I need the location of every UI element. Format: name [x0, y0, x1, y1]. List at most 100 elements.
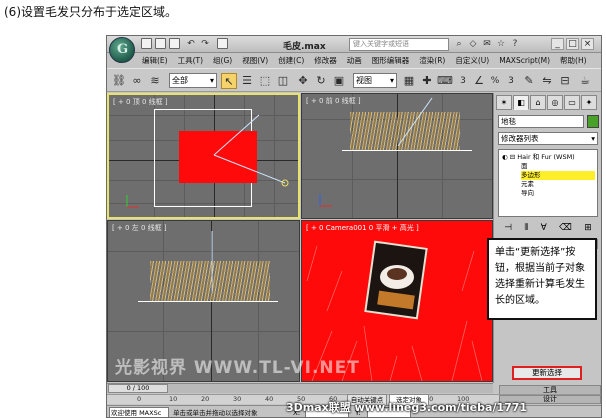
- named-selection-icon[interactable]: ✎: [521, 73, 537, 89]
- title-bar: ↶ ↷ 毛皮.max 键入关键字或短语 ⌕ ◇ ✉ ☆ ? _ □ ×: [107, 36, 601, 53]
- stack-item-element[interactable]: 元素: [521, 180, 591, 189]
- unlink-icon[interactable]: ∞: [129, 73, 145, 89]
- coffee-picture: [364, 240, 428, 320]
- menu-customize[interactable]: 自定义(U): [450, 54, 494, 67]
- select-scale-icon[interactable]: ▣: [331, 73, 347, 89]
- minimize-button[interactable]: _: [551, 38, 564, 50]
- display-tab-icon[interactable]: ▭: [564, 95, 580, 110]
- create-tab-icon[interactable]: ✶: [496, 95, 512, 110]
- select-by-name-icon[interactable]: ☰: [239, 73, 255, 89]
- remove-modifier-icon[interactable]: ⌫: [559, 221, 572, 235]
- close-button[interactable]: ×: [581, 38, 594, 50]
- maxscript-listener[interactable]: 欢迎使用 MAXSc: [109, 407, 169, 417]
- viewport-front[interactable]: [ + 0 前 0 线框 ]: [301, 93, 493, 219]
- reference-coordinate-select[interactable]: 视图: [353, 73, 397, 88]
- menu-animation[interactable]: 动画: [342, 54, 367, 67]
- instruction-callout: 单击“更新选择”按钮，根据当前子对象选择重新计算毛发生长的区域。: [487, 238, 597, 320]
- watermark-text: 光影视界 WWW.TL-VI.NET: [115, 358, 360, 378]
- maximize-button[interactable]: □: [566, 38, 579, 50]
- viewport-front-label[interactable]: [ + 0 前 0 线框 ]: [306, 96, 361, 106]
- stack-item-face[interactable]: 面: [521, 162, 591, 171]
- object-color-swatch[interactable]: [587, 115, 599, 128]
- angle-snap-icon[interactable]: ∠: [471, 73, 487, 89]
- snap-toggle-icon[interactable]: 3: [455, 73, 471, 89]
- lightbulb-icon: ◐ ⊟: [502, 153, 518, 161]
- open-file-icon[interactable]: [155, 38, 166, 49]
- stack-item-guides[interactable]: 导向: [521, 189, 591, 198]
- menu-views[interactable]: 视图(V): [237, 54, 273, 67]
- configure-sets-icon[interactable]: ⊞: [584, 221, 592, 235]
- project-folder-icon[interactable]: [217, 38, 228, 49]
- viewport-top[interactable]: [ + 0 顶 0 线框 ]: [107, 93, 300, 219]
- time-slider[interactable]: 0 / 100: [107, 383, 493, 393]
- stack-item-polygon[interactable]: 多边形: [521, 171, 595, 180]
- bind-spacewarp-icon[interactable]: ≋: [147, 73, 163, 89]
- window-title: 毛皮.max: [283, 42, 326, 52]
- spinner-snap-icon[interactable]: 3: [503, 73, 519, 89]
- status-prompt: 单击或单击并拖动以选择对象: [173, 409, 258, 417]
- caption: (6)设置毛发只分布于选定区域。: [4, 5, 177, 19]
- time-slider-thumb[interactable]: 0 / 100: [108, 384, 168, 393]
- percent-snap-icon[interactable]: %: [487, 73, 503, 89]
- save-file-icon[interactable]: [169, 38, 180, 49]
- selection-filter-select[interactable]: 全部: [169, 73, 217, 88]
- menu-tools[interactable]: 工具(T): [173, 54, 208, 67]
- stack-toolbar: ⊣ ⫴ ∀ ⌫ ⊞: [498, 221, 598, 235]
- select-rotate-icon[interactable]: ↻: [313, 73, 329, 89]
- align-icon[interactable]: ⊟: [557, 73, 573, 89]
- window-crossing-icon[interactable]: ◫: [275, 73, 291, 89]
- ruler-tick: 20: [201, 395, 210, 403]
- search-icon[interactable]: ⌕: [453, 38, 465, 50]
- update-selection-button[interactable]: 更新选择: [512, 366, 582, 380]
- menu-graph-editors[interactable]: 图形编辑器: [367, 54, 415, 67]
- select-move-icon[interactable]: ✥: [295, 73, 311, 89]
- make-unique-icon[interactable]: ∀: [541, 221, 547, 235]
- stack-item-hair-fur[interactable]: ◐ ⊟ Hair 和 Fur (WSM): [502, 153, 575, 162]
- viewport-camera-label[interactable]: [ + 0 Camera001 0 平滑 + 高光 ]: [306, 223, 419, 233]
- pivot-center-icon[interactable]: ▦: [401, 73, 417, 89]
- show-end-result-icon[interactable]: ⫴: [524, 221, 528, 235]
- modifier-list-select[interactable]: 修改器列表: [498, 132, 598, 145]
- link-icon[interactable]: ⛓: [111, 73, 127, 89]
- menu-group[interactable]: 组(G): [208, 54, 237, 67]
- menu-help[interactable]: 帮助(H): [555, 54, 592, 67]
- camera-gizmo: [319, 97, 433, 207]
- search-input[interactable]: 键入关键字或短语: [349, 38, 449, 51]
- menu-rendering[interactable]: 渲染(R): [414, 54, 450, 67]
- redo-icon[interactable]: ↷: [199, 38, 211, 50]
- subscription-icon[interactable]: ◇: [467, 38, 479, 50]
- undo-icon[interactable]: ↶: [185, 38, 197, 50]
- hierarchy-tab-icon[interactable]: ⌂: [530, 95, 546, 110]
- utilities-tab-icon[interactable]: ✦: [581, 95, 597, 110]
- menu-modifiers[interactable]: 修改器: [309, 54, 342, 67]
- modify-tab-icon[interactable]: ◧: [513, 95, 529, 110]
- viewport-left-label[interactable]: [ + 0 左 0 线框 ]: [112, 223, 167, 233]
- menu-bar: 编辑(E) 工具(T) 组(G) 视图(V) 创建(C) 修改器 动画 图形编辑…: [137, 54, 601, 67]
- camera-gizmo: [126, 114, 289, 208]
- mirror-icon[interactable]: ⇋: [539, 73, 555, 89]
- select-object-icon[interactable]: ↖: [221, 73, 237, 89]
- viewport-top-label[interactable]: [ + 0 顶 0 线框 ]: [113, 97, 168, 107]
- select-manipulate-icon[interactable]: ✚: [419, 73, 435, 89]
- communication-icon[interactable]: ✉: [481, 38, 493, 50]
- favorites-icon[interactable]: ☆: [495, 38, 507, 50]
- render-setup-icon[interactable]: ☕: [577, 73, 593, 89]
- command-panel-tabs: ✶ ◧ ⌂ ◎ ▭ ✦: [496, 95, 600, 111]
- app-logo-icon[interactable]: G: [109, 37, 135, 63]
- watermark-credit: 3Dmax联盟 www.lineg3.com/tieba/1771: [286, 401, 528, 414]
- menu-edit[interactable]: 编辑(E): [137, 54, 173, 67]
- keyboard-shortcut-icon[interactable]: ⌨: [437, 73, 453, 89]
- object-name-field[interactable]: 地毯: [498, 115, 584, 128]
- new-file-icon[interactable]: [141, 38, 152, 49]
- ruler-tick: 30: [233, 395, 242, 403]
- rect-selection-icon[interactable]: ⬚: [257, 73, 273, 89]
- modifier-stack: ◐ ⊟ Hair 和 Fur (WSM) 面 多边形 元素 导向: [498, 149, 598, 217]
- motion-tab-icon[interactable]: ◎: [547, 95, 563, 110]
- main-toolbar: ⛓ ∞ ≋ 全部 ↖ ☰ ⬚ ◫ ✥ ↻ ▣ 视图 ▦ ✚ ⌨ 3 ∠ % 3 …: [107, 68, 601, 92]
- ruler-tick: 0: [137, 395, 142, 403]
- menu-create[interactable]: 创建(C): [273, 54, 309, 67]
- help-icon[interactable]: ?: [509, 38, 521, 50]
- ruler-tick: 40: [265, 395, 274, 403]
- pin-stack-icon[interactable]: ⊣: [504, 221, 512, 235]
- menu-maxscript[interactable]: MAXScript(M): [494, 54, 555, 67]
